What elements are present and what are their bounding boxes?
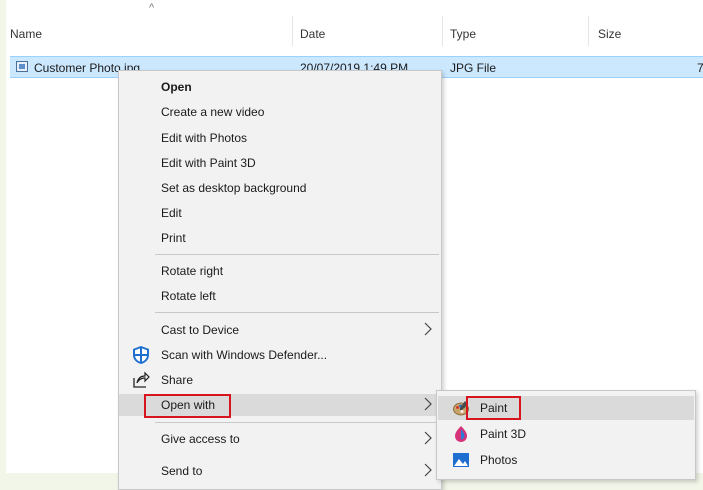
open-with-submenu: Paint Paint 3D Photos [436,390,696,480]
menu-item-label: Set as desktop background [161,181,307,195]
paint3d-icon [455,426,467,442]
menu-item-label: Print [161,231,186,245]
column-separator[interactable] [292,16,293,46]
menu-item-label: Cast to Device [161,323,240,337]
image-file-icon [16,61,28,72]
menu-item-label: Edit with Photos [161,131,248,145]
menu-item-label: Send to [161,464,203,478]
column-header-bar: ^ Name Date Type Size [6,0,703,46]
column-separator[interactable] [588,16,589,46]
sort-ascending-icon: ^ [149,2,155,14]
menu-item-rotate-left[interactable]: Rotate left [119,285,441,307]
menu-item-edit-photos[interactable]: Edit with Photos [119,127,441,149]
menu-item-send-to[interactable]: Send to [119,460,441,482]
menu-item-label: Edit [161,206,182,220]
menu-item-label: Edit with Paint 3D [161,156,256,170]
column-header-size[interactable]: Size [598,27,621,41]
menu-item-open[interactable]: Open [119,76,441,98]
chevron-right-icon [424,431,432,445]
column-header-name[interactable]: Name [10,27,42,41]
menu-item-scan-windows-defender[interactable]: Scan with Windows Defender... [119,344,441,366]
submenu-item-photos[interactable]: Photos [438,448,694,472]
menu-item-label: Rotate left [161,289,216,303]
menu-item-cast-to-device[interactable]: Cast to Device [119,319,441,341]
photos-icon [453,453,469,467]
share-icon [133,371,150,388]
highlight-box-paint [466,396,521,420]
submenu-item-label: Paint 3D [480,427,527,441]
file-size: 7 [697,61,703,75]
menu-item-label: Create a new video [161,105,265,119]
menu-item-edit-paint3d[interactable]: Edit with Paint 3D [119,152,441,174]
menu-separator [155,312,439,313]
windows-defender-shield-icon [133,346,149,364]
menu-item-label: Share [161,373,194,387]
submenu-item-paint3d[interactable]: Paint 3D [438,422,694,446]
chevron-right-icon [424,463,432,477]
menu-item-edit[interactable]: Edit [119,202,441,224]
submenu-item-label: Photos [480,453,518,467]
column-header-type[interactable]: Type [450,27,476,41]
context-menu: Open Create a new video Edit with Photos… [118,70,442,490]
menu-item-give-access[interactable]: Give access to [119,428,441,450]
menu-separator [155,422,439,423]
menu-item-label: Rotate right [161,264,224,278]
column-header-date[interactable]: Date [300,27,325,41]
chevron-right-icon [424,397,432,411]
menu-item-label: Open [161,80,192,94]
menu-item-print[interactable]: Print [119,227,441,249]
menu-item-label: Give access to [161,432,240,446]
chevron-right-icon [424,322,432,336]
menu-separator [155,254,439,255]
menu-item-rotate-right[interactable]: Rotate right [119,260,441,282]
file-type: JPG File [450,61,497,75]
menu-item-share[interactable]: Share [119,369,441,391]
menu-item-create-video[interactable]: Create a new video [119,101,441,123]
column-separator[interactable] [442,16,443,46]
menu-item-set-desktop-background[interactable]: Set as desktop background [119,177,441,199]
highlight-box-open-with [144,394,231,418]
menu-item-label: Scan with Windows Defender... [161,348,328,362]
